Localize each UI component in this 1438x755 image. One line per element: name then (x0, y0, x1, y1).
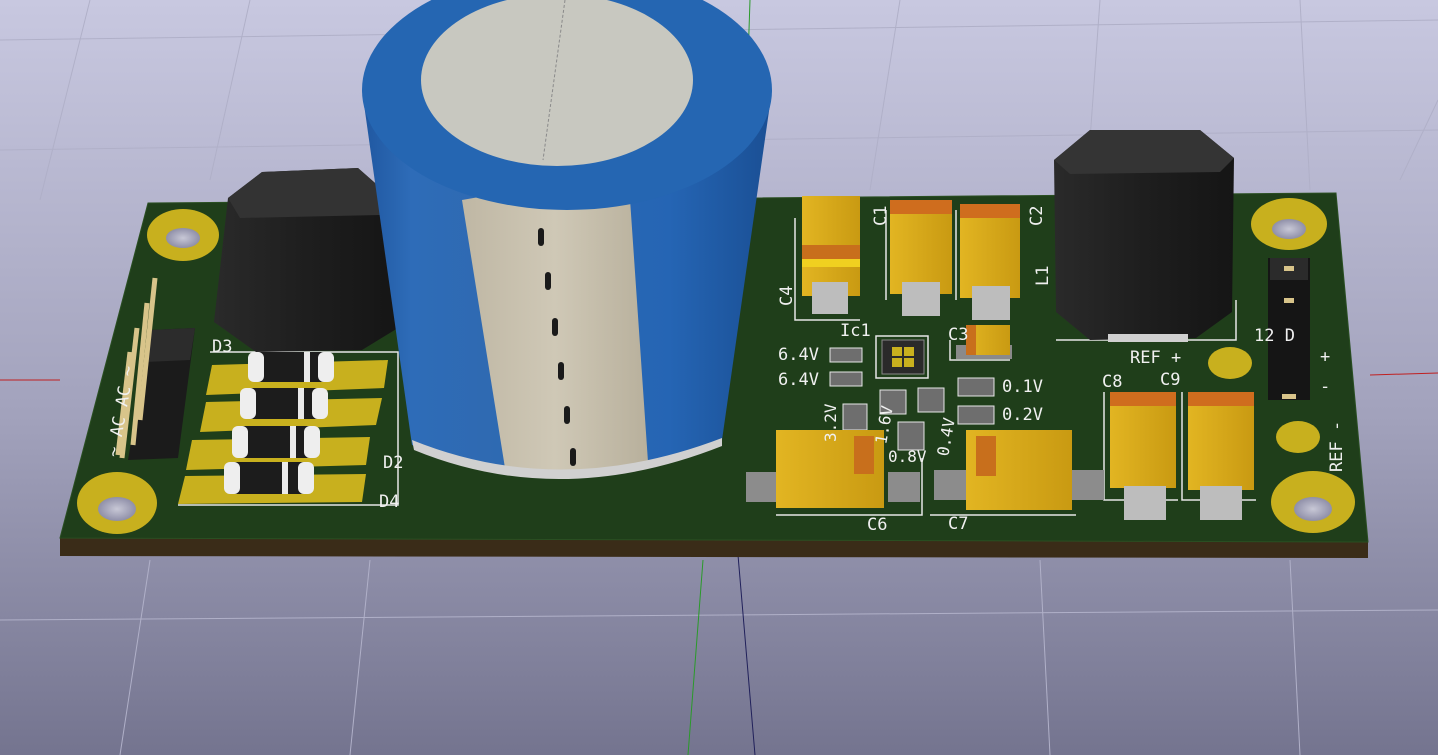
label-0-2v: 0.2V (1002, 405, 1043, 425)
label-d2: D2 (383, 453, 403, 473)
ic1-chip[interactable] (881, 339, 925, 375)
pcb-3d-scene[interactable]: C4 C1 C2 C3 L1 Ic1 D3 D2 D4 C6 C7 C8 C9 … (0, 0, 1438, 755)
diode-d1[interactable] (240, 388, 328, 419)
label-d4: D4 (379, 492, 399, 512)
label-0-8v: 0.8V (888, 447, 927, 466)
label-l1: L1 (1033, 266, 1053, 286)
label-0-1v: 0.1V (1002, 377, 1043, 397)
mounting-hole-top-left (147, 209, 219, 261)
label-c8: C8 (1102, 372, 1122, 392)
mounting-hole-bottom-left (77, 472, 157, 534)
label-ref-plus: REF + (1130, 348, 1181, 368)
diode-d3[interactable] (248, 352, 334, 382)
label-c9: C9 (1160, 370, 1180, 390)
electrolytic-capacitor[interactable] (362, 0, 772, 480)
label-6-4v-a: 6.4V (778, 345, 819, 365)
label-minus: - (1320, 377, 1330, 397)
mounting-hole-bottom-right (1271, 471, 1355, 533)
diode-d2[interactable] (232, 426, 320, 458)
label-c1: C1 (871, 206, 891, 226)
label-c7: C7 (948, 514, 968, 534)
label-d3: D3 (212, 337, 232, 357)
mounting-hole-top-right (1251, 198, 1327, 250)
label-jumper-partial: 12 D (1254, 326, 1295, 346)
3d-viewer-viewport[interactable]: C4 C1 C2 C3 L1 Ic1 D3 D2 D4 C6 C7 C8 C9 … (0, 0, 1438, 755)
diode-d4[interactable] (224, 462, 314, 494)
ref-plus-pad (1208, 347, 1252, 379)
label-c6: C6 (867, 515, 887, 535)
ref-minus-pad (1276, 421, 1320, 453)
label-6-4v-b: 6.4V (778, 370, 819, 390)
label-3-2v: 3.2V (821, 403, 840, 442)
label-plus: + (1320, 347, 1330, 367)
label-c3: C3 (948, 325, 968, 345)
label-ref-minus: REF - (1327, 421, 1347, 472)
label-c4: C4 (777, 286, 797, 306)
label-c2: C2 (1027, 206, 1047, 226)
inductor-l1[interactable] (1054, 130, 1234, 342)
label-ic1: Ic1 (840, 321, 871, 341)
inductor-left[interactable] (214, 168, 398, 352)
